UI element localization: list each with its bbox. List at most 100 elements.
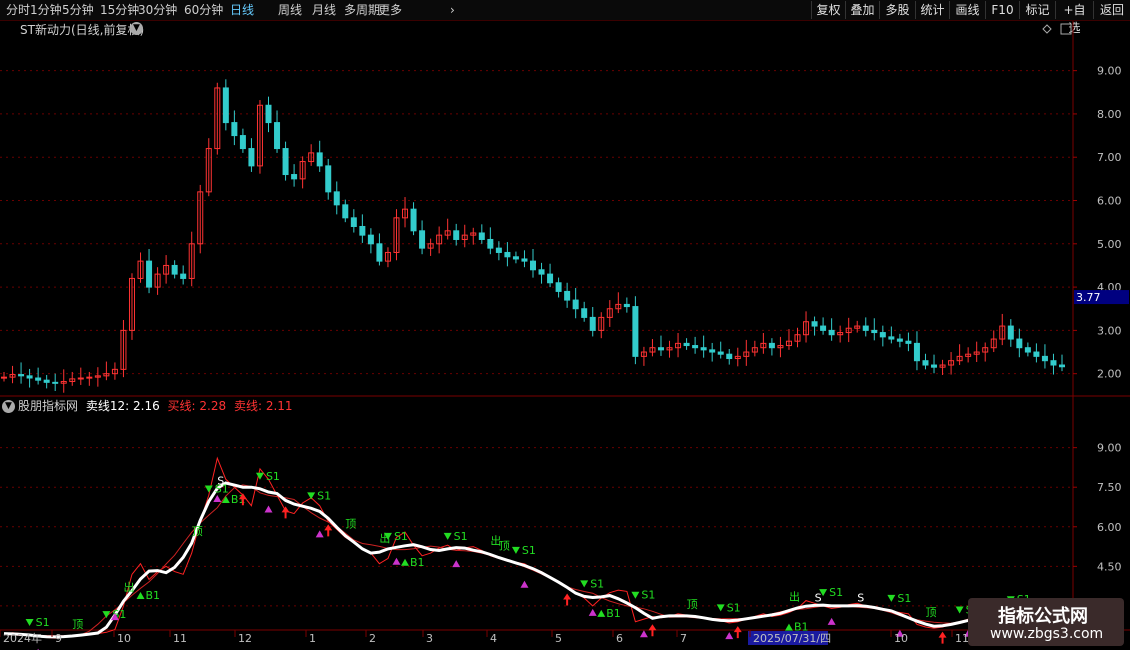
time-label: 4 [490, 632, 497, 645]
period-tab-1[interactable]: 1分钟 [30, 2, 62, 18]
buy-triangle-icon [520, 580, 529, 588]
time-label: 2024年 [3, 631, 42, 645]
candle-body [589, 316, 596, 331]
period-tab-10[interactable]: 更多 [378, 2, 402, 18]
candle-body [478, 232, 485, 240]
main-panel-collapse-icon[interactable]: ▼ [130, 22, 143, 35]
candle-body [632, 306, 639, 357]
candle-body [1050, 360, 1057, 366]
buy-triangle-icon [401, 558, 410, 566]
buy-triangle-icon [827, 617, 836, 625]
period-tab-2[interactable]: 5分钟 [62, 2, 94, 18]
indicator-tick-label: 9.00 [1097, 442, 1122, 455]
buy-triangle-icon [725, 632, 734, 640]
legend-value-2: 2.11 [265, 399, 293, 413]
stock-title: ST新动力(日线,前复权) [20, 23, 145, 37]
buy-triangle-icon [264, 505, 273, 513]
sell-triangle-icon [204, 485, 213, 493]
up-arrow-icon [648, 624, 657, 637]
out-signal: 出 [789, 590, 800, 604]
toolbar-button-4[interactable]: 画线 [949, 1, 985, 19]
top-signal: 顶 [192, 525, 203, 538]
watermark-url: www.zbgs3.com [990, 626, 1104, 642]
time-label: 11 [173, 632, 187, 645]
candle-body [376, 243, 383, 262]
candle-body [1033, 351, 1040, 357]
more-chevron-icon[interactable]: › [450, 2, 455, 18]
period-tab-0[interactable]: 分时 [6, 2, 30, 18]
toolbar-button-2[interactable]: 多股 [879, 1, 915, 19]
candle-body [922, 360, 929, 366]
candle-body [342, 204, 349, 219]
time-label: 3 [426, 632, 433, 645]
candle-body [879, 332, 886, 338]
time-label: 1 [309, 632, 316, 645]
candle-body [239, 135, 246, 150]
indicator-collapse-icon[interactable]: ▼ [2, 400, 15, 413]
candle-body [530, 260, 536, 271]
main-panel-title: ST新动力(日线,前复权) [20, 23, 144, 37]
candle-body [77, 377, 84, 380]
watermark-logo: 指标公式网 www.zbgs3.com [968, 598, 1124, 646]
period-tab-6[interactable]: 日线 [230, 2, 254, 18]
candle-body [410, 208, 417, 232]
time-label: 2025/07/31/四 [753, 632, 831, 645]
toolbar-button-7[interactable]: +自选 [1055, 1, 1093, 35]
time-label: 12 [238, 632, 252, 645]
buy-triangle-icon [597, 609, 606, 617]
period-tab-4[interactable]: 30分钟 [138, 2, 177, 18]
s1-signal: S1 [394, 530, 408, 543]
b1-signal: B1 [410, 556, 425, 569]
toolbar-button-8[interactable]: 返回 [1093, 1, 1130, 19]
buy-triangle-icon [639, 630, 648, 638]
candle-body [248, 148, 255, 167]
toolbar-button-6[interactable]: 标记 [1019, 1, 1055, 19]
out-signal: 出 [123, 580, 134, 594]
last-price-label: 3.77 [1076, 291, 1101, 304]
toolbar-button-0[interactable]: 复权 [811, 1, 845, 19]
candle-body [316, 152, 323, 167]
candle-body [1059, 364, 1065, 368]
period-tab-3[interactable]: 15分钟 [100, 2, 139, 18]
sell-triangle-icon [887, 594, 896, 602]
time-label: 2 [369, 632, 376, 645]
top-toolbar: 分时 1分钟 5分钟 15分钟 30分钟 60分钟 日线 周线 月线 多周期 更多 › 复权 叠加 多股 统计… [0, 0, 1130, 35]
indicator-tick-label: 4.50 [1097, 560, 1122, 573]
candle-body [700, 347, 707, 351]
candle-body [367, 234, 374, 245]
candle-body [820, 325, 827, 331]
candle-body [811, 321, 818, 327]
price-tick-label: 8.00 [1097, 108, 1122, 121]
time-label: 10 [894, 632, 908, 645]
out-signal: 出 [490, 533, 501, 547]
candle-body [43, 379, 50, 383]
indicator-legend: 股朋指标网 卖线12: 2.16 买线: 2.28 卖线: 2.11 [18, 399, 293, 413]
buy-triangle-icon [452, 560, 461, 568]
top-signal: 顶 [345, 518, 356, 531]
s1-signal: S1 [454, 530, 468, 543]
candle-body [913, 342, 920, 362]
sell-triangle-icon [580, 580, 589, 588]
candle-body [180, 273, 187, 279]
candle-body [657, 347, 664, 351]
time-label: 7 [680, 632, 687, 645]
candle-body [726, 353, 733, 360]
s-signal: S [217, 474, 224, 487]
candle-body [888, 336, 895, 340]
sell-triangle-icon [955, 606, 964, 614]
toolbar-button-3[interactable]: 统计 [915, 1, 949, 19]
toolbar-button-5[interactable]: F10 [985, 1, 1019, 19]
indicator-tick-label: 7.50 [1097, 481, 1122, 494]
toolbar-button-1[interactable]: 叠加 [845, 1, 879, 19]
period-tab-7[interactable]: 周线 [278, 2, 302, 18]
legend-label-0: 卖线12: [85, 399, 130, 413]
period-tab-5[interactable]: 60分钟 [184, 2, 223, 18]
candle-body [171, 264, 178, 275]
candle-body [538, 269, 545, 275]
period-tab-8[interactable]: 月线 [312, 2, 336, 18]
up-arrow-icon [938, 631, 947, 644]
candle-body [564, 290, 571, 301]
period-tab-9[interactable]: 多周期 [344, 2, 380, 18]
candle-body [291, 174, 298, 180]
s-signal: S [815, 591, 822, 604]
